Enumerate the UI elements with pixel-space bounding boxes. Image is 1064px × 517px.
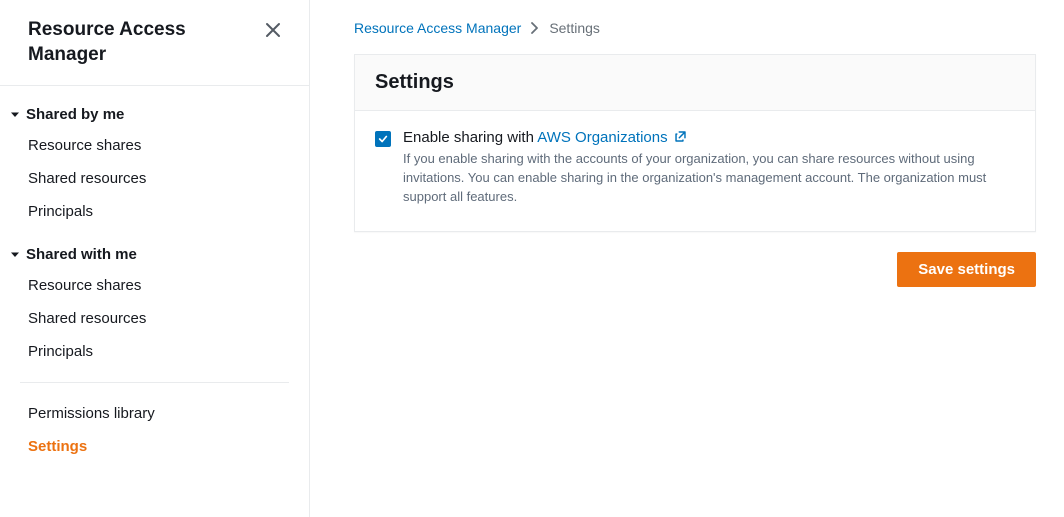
option-label-prefix: Enable sharing with bbox=[403, 129, 537, 146]
nav-item-shared-resources[interactable]: Shared resources bbox=[0, 302, 309, 335]
nav-section-shared-with-me[interactable]: Shared with me bbox=[0, 240, 309, 269]
save-settings-button[interactable]: Save settings bbox=[897, 252, 1036, 287]
nav-item-permissions-library[interactable]: Permissions library bbox=[0, 397, 309, 430]
enable-sharing-checkbox[interactable] bbox=[375, 131, 391, 147]
breadcrumb-current: Settings bbox=[549, 20, 600, 36]
panel-title: Settings bbox=[375, 71, 1015, 94]
sidebar: Resource Access Manager Shared by me Res… bbox=[0, 0, 310, 517]
nav-section-title: Shared with me bbox=[26, 246, 137, 263]
nav-divider bbox=[20, 382, 289, 383]
nav-item-shared-resources[interactable]: Shared resources bbox=[0, 162, 309, 195]
panel-body: Enable sharing with AWS Organizations If… bbox=[355, 111, 1035, 231]
breadcrumb-root-link[interactable]: Resource Access Manager bbox=[354, 20, 521, 36]
checkmark-icon bbox=[378, 134, 388, 144]
nav-item-settings[interactable]: Settings bbox=[0, 430, 309, 463]
nav-item-principals[interactable]: Principals bbox=[0, 195, 309, 228]
nav-item-resource-shares[interactable]: Resource shares bbox=[0, 129, 309, 162]
option-text: Enable sharing with AWS Organizations If… bbox=[403, 129, 1015, 207]
aws-organizations-link[interactable]: AWS Organizations bbox=[537, 129, 687, 146]
nav-section-shared-by-me[interactable]: Shared by me bbox=[0, 100, 309, 129]
caret-down-icon bbox=[10, 110, 20, 120]
nav-item-resource-shares[interactable]: Resource shares bbox=[0, 269, 309, 302]
breadcrumb: Resource Access Manager Settings bbox=[354, 20, 1036, 36]
nav-section-title: Shared by me bbox=[26, 106, 124, 123]
external-link-icon bbox=[674, 130, 687, 143]
sidebar-nav: Shared by me Resource shares Shared reso… bbox=[0, 86, 309, 463]
nav-item-principals[interactable]: Principals bbox=[0, 335, 309, 368]
sidebar-title: Resource Access Manager bbox=[28, 18, 228, 67]
settings-panel: Settings Enable sharing with AWS Organiz… bbox=[354, 54, 1036, 232]
actions-row: Save settings bbox=[354, 252, 1036, 287]
option-label: Enable sharing with AWS Organizations bbox=[403, 129, 1015, 146]
main-content: Resource Access Manager Settings Setting… bbox=[310, 0, 1064, 517]
option-description: If you enable sharing with the accounts … bbox=[403, 150, 1015, 207]
close-icon[interactable] bbox=[265, 22, 281, 38]
caret-down-icon bbox=[10, 250, 20, 260]
sidebar-header: Resource Access Manager bbox=[0, 0, 309, 86]
chevron-right-icon bbox=[531, 22, 539, 34]
panel-header: Settings bbox=[355, 55, 1035, 111]
